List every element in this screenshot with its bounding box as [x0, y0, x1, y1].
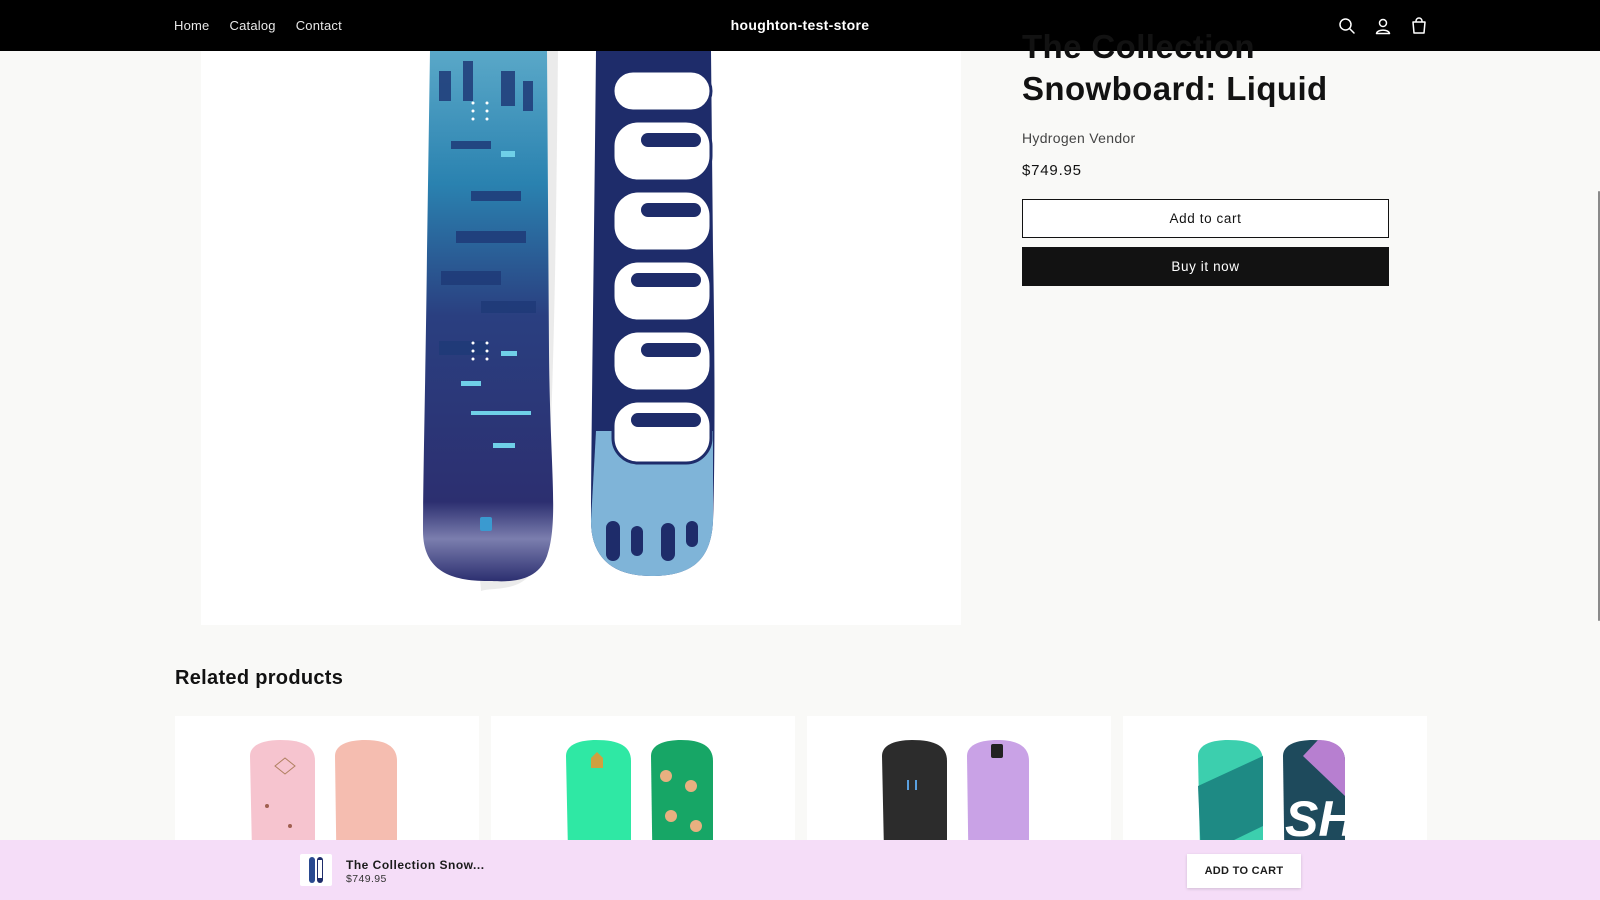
product-info: The Collection Snowboard: Liquid Hydroge… [1022, 26, 1392, 286]
nav-catalog-link[interactable]: Catalog [229, 18, 275, 33]
product-vendor: Hydrogen Vendor [1022, 130, 1136, 146]
product-image[interactable] [201, 51, 961, 625]
sticky-product-name: The Collection Snow... [346, 858, 485, 872]
sticky-add-to-cart-button[interactable]: ADD TO CART [1187, 854, 1301, 888]
product-title-line2: Snowboard: Liquid [1022, 70, 1328, 107]
product-title: The Collection Snowboard: Liquid [1022, 26, 1392, 110]
sticky-product-thumbnail [300, 854, 332, 886]
add-to-cart-button[interactable]: Add to cart [1022, 199, 1389, 238]
product-price: $749.95 [1022, 162, 1082, 179]
store-name-link[interactable]: houghton-test-store [731, 17, 870, 33]
svg-text:SH: SH [1285, 791, 1355, 847]
cart-icon[interactable] [1408, 15, 1430, 37]
snowboard-bottom-graphic [423, 51, 554, 582]
buy-it-now-button[interactable]: Buy it now [1022, 247, 1389, 286]
product-title-line1: The Collection [1022, 28, 1255, 65]
nav-home-link[interactable]: Home [174, 18, 209, 33]
main-nav: Home Catalog Contact [174, 0, 342, 51]
sticky-add-to-cart-bar: The Collection Snow... $749.95 ADD TO CA… [0, 840, 1600, 900]
sticky-product-price: $749.95 [346, 873, 387, 885]
related-products-heading: Related products [175, 667, 344, 689]
nav-contact-link[interactable]: Contact [296, 18, 342, 33]
